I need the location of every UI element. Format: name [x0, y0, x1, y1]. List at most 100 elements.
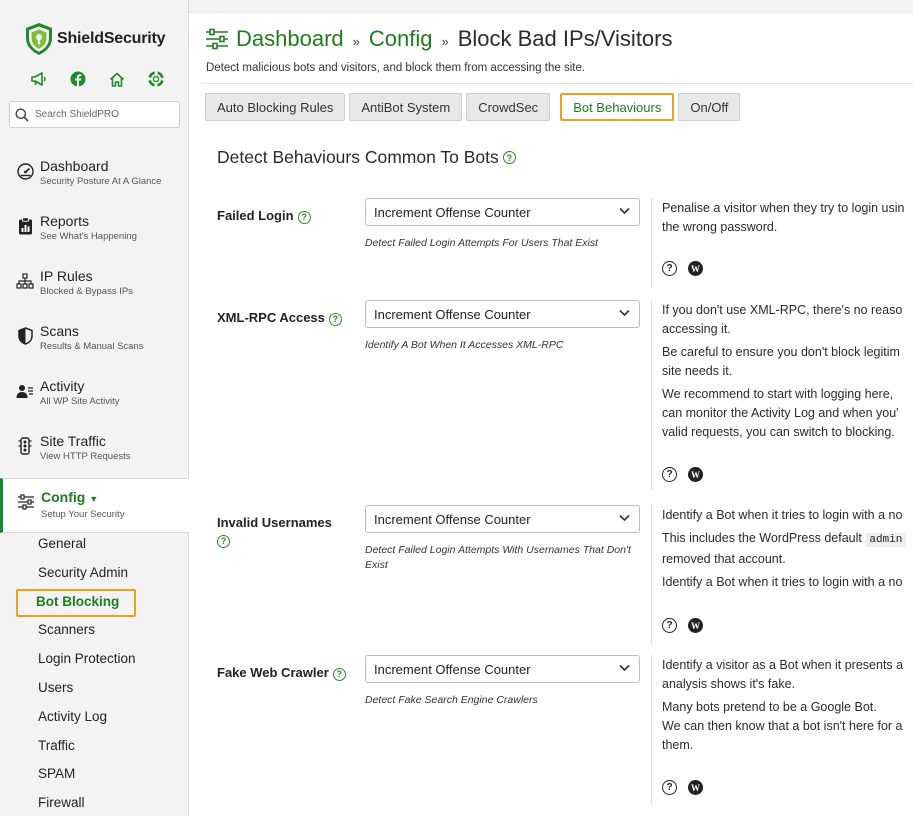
submenu-firewall[interactable]: Firewall [0, 789, 189, 816]
config-submenu: General Security Admin Bot Blocking Scan… [0, 530, 189, 816]
help-circle-icon[interactable]: ? [662, 618, 677, 633]
chevron-down-icon [619, 207, 630, 215]
desc-line: Identify a Bot when it tries to login wi… [662, 575, 903, 589]
select-value: Increment Offense Counter [374, 511, 531, 527]
nav-config-title: Config ▼ [41, 489, 189, 507]
nav-dashboard-subtitle: Security Posture At A Glance [40, 176, 162, 187]
sliders-icon [17, 493, 35, 511]
option-label: Invalid Usernames? [217, 514, 357, 548]
breadcrumb-separator: » [441, 33, 449, 49]
fake-web-crawler-select[interactable]: Increment Offense Counter [365, 655, 640, 683]
shield-logo-icon [26, 23, 52, 55]
nav-dashboard[interactable]: Dashboard Security Posture At A Glance [0, 148, 189, 203]
submenu-security-admin[interactable]: Security Admin [0, 559, 189, 588]
desc-line: site needs it. [662, 364, 733, 378]
help-circle-icon[interactable]: ? [662, 261, 677, 276]
facebook-icon[interactable] [69, 70, 87, 88]
option-links: ? W [662, 780, 703, 795]
home-icon[interactable] [108, 70, 126, 88]
nav-reports[interactable]: Reports See What's Happening [0, 203, 189, 258]
divider [651, 198, 652, 288]
lifebuoy-icon[interactable] [147, 70, 165, 88]
help-circle-icon[interactable]: ? [662, 467, 677, 482]
option-links: ? W [662, 467, 703, 482]
submenu-bot-blocking[interactable]: Bot Blocking [0, 588, 189, 617]
chevron-down-icon [619, 309, 630, 317]
invalid-usernames-select[interactable]: Increment Offense Counter [365, 505, 640, 533]
nav-site-traffic[interactable]: Site Traffic View HTTP Requests [0, 423, 189, 478]
code-snippet: admin [865, 533, 907, 547]
search-input[interactable] [35, 109, 165, 120]
option-hint: Detect Fake Search Engine Crawlers [365, 694, 538, 706]
nav-site-traffic-subtitle: View HTTP Requests [40, 451, 131, 462]
nav-scans-subtitle: Results & Manual Scans [40, 341, 144, 352]
help-icon[interactable]: ? [217, 535, 230, 548]
network-icon [16, 272, 34, 290]
desc-line: valid requests, you can switch to blocki… [662, 425, 895, 439]
xml-rpc-select[interactable]: Increment Offense Counter [365, 300, 640, 328]
help-icon[interactable]: ? [328, 313, 342, 326]
help-circle-icon[interactable]: ? [662, 780, 677, 795]
failed-login-select[interactable]: Increment Offense Counter [365, 198, 640, 226]
submenu-scanners[interactable]: Scanners [0, 616, 189, 645]
nav-activity-title: Activity [40, 378, 85, 394]
nav-config[interactable]: Config ▼ Setup Your Security [0, 478, 189, 533]
wordpress-icon[interactable]: W [688, 618, 703, 633]
select-value: Increment Offense Counter [374, 306, 531, 322]
option-description: Identify a Bot when it tries to login wi… [662, 506, 913, 592]
option-hint: Detect Failed Login Attempts With Userna… [365, 544, 631, 571]
option-hint: Detect Failed Login Attempts For Users T… [365, 237, 599, 249]
desc-line: Many bots pretend to be a Google Bot. [662, 700, 877, 714]
option-label: Fake Web Crawler? [217, 664, 357, 681]
desc-line: We can then know that a bot isn't here f… [662, 719, 903, 733]
page-title: Block Bad IPs/Visitors [457, 26, 673, 51]
divider [651, 505, 652, 645]
breadcrumb-dashboard[interactable]: Dashboard [236, 26, 344, 52]
option-description: Penalise a visitor when they try to logi… [662, 199, 913, 237]
submenu-activity-log[interactable]: Activity Log [0, 703, 189, 732]
help-icon[interactable]: ? [297, 211, 311, 224]
submenu-traffic[interactable]: Traffic [0, 732, 189, 761]
tab-bar: Auto Blocking Rules AntiBot System Crowd… [205, 93, 744, 121]
main-content: Dashboard » Config » Block Bad IPs/Visit… [189, 12, 913, 816]
option-label-text: Failed Login [217, 208, 294, 223]
gauge-icon [16, 162, 34, 180]
nav-scans[interactable]: Scans Results & Manual Scans [0, 313, 189, 368]
tab-antibot-system[interactable]: AntiBot System [349, 93, 463, 121]
section-title-text: Detect Behaviours Common To Bots [217, 147, 499, 167]
option-label: XML-RPC Access? [217, 309, 357, 326]
wordpress-icon[interactable]: W [688, 467, 703, 482]
nav-ip-rules-subtitle: Blocked & Bypass IPs [40, 286, 133, 297]
chevron-down-icon [619, 514, 630, 522]
nav-activity[interactable]: Activity All WP Site Activity [0, 368, 189, 423]
help-icon[interactable]: ? [332, 668, 346, 681]
search-box[interactable] [9, 101, 180, 128]
divider [651, 655, 652, 805]
submenu-general[interactable]: General [0, 530, 189, 559]
breadcrumb-config[interactable]: Config [369, 26, 433, 52]
desc-line: Penalise a visitor when they try to logi… [662, 201, 905, 215]
option-label-text: Invalid Usernames [217, 515, 332, 530]
desc-line: This includes the WordPress default admi… [662, 529, 913, 550]
shield-security-logo[interactable]: ShieldSecurity [25, 22, 166, 56]
tab-crowdsec[interactable]: CrowdSec [466, 93, 551, 121]
submenu-bot-blocking-label: Bot Blocking [36, 593, 120, 609]
tab-bot-behaviours[interactable]: Bot Behaviours [560, 93, 675, 121]
help-icon[interactable]: ? [502, 151, 516, 164]
sidebar: ShieldSecurity Dashboard Security Postur… [0, 0, 189, 816]
tab-on-off[interactable]: On/Off [678, 93, 741, 121]
submenu-spam[interactable]: SPAM [0, 760, 189, 789]
megaphone-icon[interactable] [30, 70, 48, 88]
wordpress-icon[interactable]: W [688, 261, 703, 276]
option-label: Failed Login? [217, 207, 357, 224]
tab-auto-blocking-rules[interactable]: Auto Blocking Rules [205, 93, 346, 121]
submenu-users[interactable]: Users [0, 674, 189, 703]
nav-ip-rules[interactable]: IP Rules Blocked & Bypass IPs [0, 258, 189, 313]
nav-scans-title: Scans [40, 323, 79, 339]
sidebar-nav: Dashboard Security Posture At A Glance R… [0, 148, 189, 533]
submenu-login-protection[interactable]: Login Protection [0, 645, 189, 674]
wordpress-icon[interactable]: W [688, 780, 703, 795]
divider [651, 300, 652, 490]
nav-reports-subtitle: See What's Happening [40, 231, 137, 242]
desc-line: them. [662, 738, 694, 752]
